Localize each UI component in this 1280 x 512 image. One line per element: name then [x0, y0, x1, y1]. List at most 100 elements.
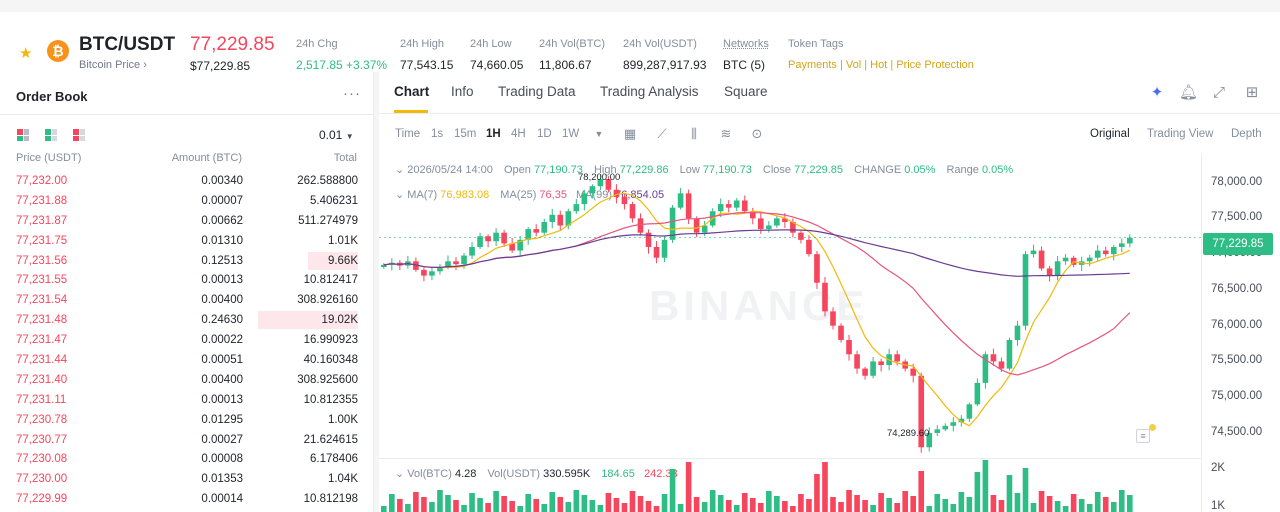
view-both-icon[interactable] — [17, 129, 29, 141]
mode-depth[interactable]: Depth — [1231, 128, 1262, 140]
interval-1h[interactable]: 1H — [486, 128, 501, 140]
ai-sparkle-icon[interactable]: ✦ — [1148, 84, 1166, 102]
top-strip — [0, 0, 1280, 12]
drawing-tools-icon[interactable]: ≋ — [718, 126, 734, 142]
coin-info-link[interactable]: Bitcoin Price › — [79, 59, 147, 71]
row-amount: 0.00022 — [201, 334, 243, 347]
order-book-row[interactable]: 77,231.54 0.00400 308.926160 — [0, 290, 374, 310]
precision-select[interactable]: 0.01 ▼ — [319, 128, 354, 142]
interval-time[interactable]: Time — [395, 128, 420, 140]
expand-icon[interactable]: ⤢ — [1210, 84, 1228, 102]
row-price: 77,231.55 — [16, 274, 68, 287]
mode-original[interactable]: Original — [1090, 128, 1130, 140]
view-bids-icon[interactable] — [45, 129, 57, 141]
candlestick-type-icon[interactable]: ⫼ — [686, 126, 702, 142]
order-book-row[interactable]: 77,231.87 0.00662 511.274979 — [0, 211, 374, 231]
volume-bar — [1094, 492, 1101, 512]
layout-grid-icon[interactable]: ⊞ — [1243, 84, 1261, 102]
tab-trading-data[interactable]: Trading Data — [498, 84, 576, 99]
stat-networks[interactable]: Networks BTC (5) — [723, 38, 769, 72]
volume-bar — [541, 504, 548, 512]
row-amount: 0.00340 — [201, 175, 243, 187]
vol-tick-1k: 1K — [1211, 500, 1226, 512]
volume-bar — [782, 501, 788, 512]
notes-icon[interactable]: ≡ — [1136, 429, 1150, 443]
order-book-row[interactable]: 77,229.99 0.00014 10.812198 — [0, 489, 374, 509]
candle-body — [421, 269, 427, 276]
volume-bar — [669, 469, 676, 512]
volume-bar — [798, 494, 804, 512]
volume-bar — [389, 494, 395, 512]
row-price: 77,232.00 — [16, 175, 68, 187]
stat-value: BTC (5) — [723, 58, 765, 72]
row-total: 5.406231 — [310, 194, 358, 207]
order-book-row[interactable]: 77,231.55 0.00013 10.812417 — [0, 270, 374, 290]
bell-icon[interactable]: 🔔︎ — [1179, 84, 1198, 102]
tab-square[interactable]: Square — [724, 84, 768, 99]
row-amount: 0.12513 — [201, 254, 243, 267]
indicator-line-icon[interactable]: ⟋ — [654, 126, 670, 142]
volume-bar — [1126, 495, 1133, 512]
order-book-row[interactable]: 77,231.48 0.24630 19.02K — [0, 310, 374, 330]
settings-icon[interactable]: ⊙ — [749, 126, 765, 142]
tab-chart[interactable]: Chart — [394, 84, 429, 99]
tab-info[interactable]: Info — [451, 84, 474, 99]
order-book-row[interactable]: 77,230.00 0.01353 1.04K — [0, 469, 374, 489]
calendar-icon[interactable]: ▦ — [622, 126, 638, 142]
volume-bar — [942, 499, 949, 512]
row-amount: 0.00662 — [201, 214, 243, 227]
order-book-view-toggle — [17, 129, 85, 141]
volume-bar — [846, 490, 852, 512]
row-total: 21.624615 — [303, 433, 358, 446]
candle-body — [589, 186, 596, 194]
volume-bar — [557, 497, 564, 512]
stat-24h-change: 24h Chg 2,517.85 +3.37% — [296, 38, 387, 72]
volume-bar — [405, 504, 411, 512]
order-book-row[interactable]: 77,231.47 0.00022 16.990923 — [0, 330, 374, 350]
volume-bar — [758, 503, 764, 512]
interval-1s[interactable]: 1s — [431, 128, 443, 140]
order-book-row[interactable]: 77,231.56 0.12513 9.66K — [0, 251, 374, 271]
row-amount: 0.24630 — [201, 314, 243, 327]
candle-body — [846, 339, 852, 355]
interval-1w[interactable]: 1W — [562, 128, 579, 140]
order-book-row[interactable]: 77,230.08 0.00008 6.178406 — [0, 449, 374, 469]
interval-4h[interactable]: 4H — [511, 128, 526, 140]
order-book-row[interactable]: 77,231.11 0.00013 10.812355 — [0, 390, 374, 410]
last-price: 77,229.85 — [190, 34, 275, 55]
candlestick-plot[interactable] — [379, 154, 1201, 458]
row-price: 77,231.47 — [16, 334, 68, 347]
volume-bar — [958, 492, 965, 512]
mode-trading-view[interactable]: Trading View — [1147, 128, 1213, 140]
order-book-row[interactable]: 77,231.40 0.00400 308.925600 — [0, 370, 374, 390]
chart-tabs: Chart Info Trading Data Trading Analysis… — [379, 72, 1280, 114]
pair-symbol[interactable]: BTC/USDT — [79, 34, 175, 56]
interval-1d[interactable]: 1D — [537, 128, 552, 140]
order-book-row[interactable]: 77,231.88 0.00007 5.406231 — [0, 191, 374, 211]
favorite-star-icon[interactable]: ★ — [19, 46, 35, 62]
row-amount: 0.01353 — [201, 473, 243, 486]
volume-bar — [1062, 506, 1069, 512]
ask-rows: 77,232.00 0.00340 262.588800 77,231.88 0.000… — [0, 171, 374, 509]
order-book-row[interactable]: 77,231.44 0.00051 40.160348 — [0, 350, 374, 370]
interval-15m[interactable]: 15m — [454, 128, 476, 140]
divider — [0, 114, 374, 115]
candle-body — [501, 232, 507, 244]
candle-body — [581, 193, 588, 205]
token-tags-list[interactable]: Payments | Vol | Hot | Price Protection — [788, 59, 974, 71]
row-amount: 0.00400 — [201, 294, 243, 307]
y-tick-label: 76,000.00 — [1211, 318, 1263, 331]
order-book-row[interactable]: 77,230.77 0.00027 21.624615 — [0, 430, 374, 450]
volume-bar — [589, 500, 596, 512]
volume-bar — [605, 493, 612, 512]
more-intervals-chevron-icon[interactable]: ▼ — [591, 126, 607, 142]
order-book-row[interactable]: 77,232.00 0.00340 262.588800 — [0, 171, 374, 191]
more-options-icon[interactable]: ··· — [343, 85, 361, 102]
volume-bar — [597, 505, 604, 512]
order-book-row[interactable]: 77,230.78 0.01295 1.00K — [0, 410, 374, 430]
order-book-row[interactable]: 77,231.75 0.01310 1.01K — [0, 231, 374, 251]
tab-trading-analysis[interactable]: Trading Analysis — [600, 84, 699, 99]
row-amount: 0.00008 — [201, 453, 243, 466]
stat-label[interactable]: Networks — [723, 38, 769, 50]
view-asks-icon[interactable] — [73, 129, 85, 141]
